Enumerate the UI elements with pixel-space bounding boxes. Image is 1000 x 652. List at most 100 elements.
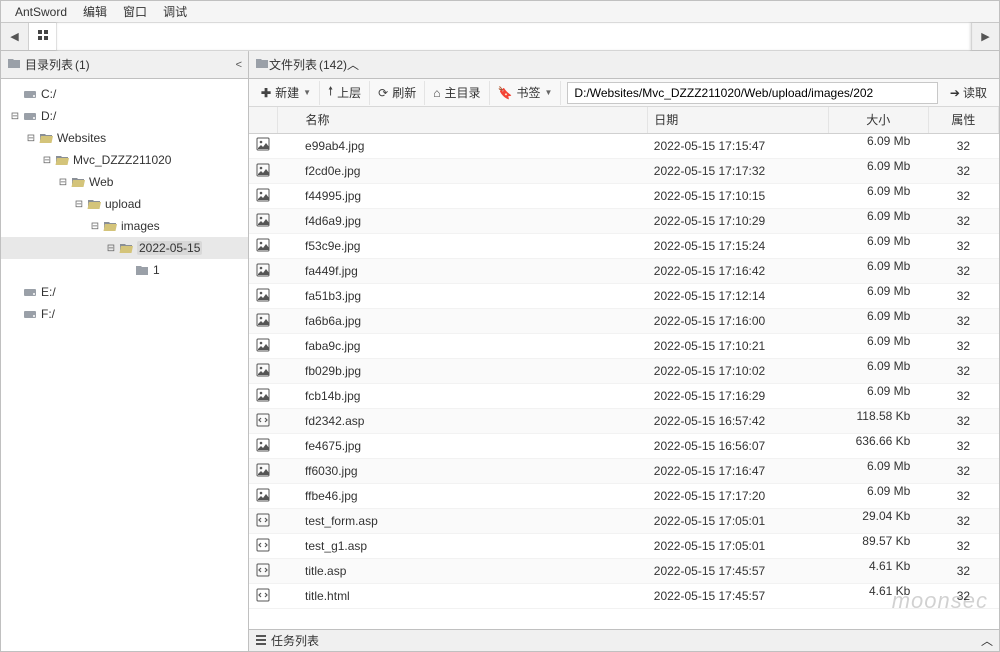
file-date: 2022-05-15 17:15:24 xyxy=(648,234,828,259)
expand-up-icon[interactable]: ︿ xyxy=(981,632,993,649)
menu-window[interactable]: 窗口 xyxy=(115,3,155,20)
file-date: 2022-05-15 17:17:32 xyxy=(648,159,828,184)
file-name: ff6030.jpg xyxy=(277,459,648,484)
new-button[interactable]: ✚ 新建 ▼ xyxy=(253,81,320,105)
file-date: 2022-05-15 16:57:42 xyxy=(648,409,828,434)
table-row[interactable]: test_form.asp2022-05-15 17:05:0129.04 Kb… xyxy=(249,509,999,534)
table-row[interactable]: fcb14b.jpg2022-05-15 17:16:296.09 Mb32 xyxy=(249,384,999,409)
code-file-icon xyxy=(256,513,270,527)
tree-node[interactable]: ⊟2022-05-15 xyxy=(1,237,248,259)
file-attr: 32 xyxy=(928,234,998,259)
table-row[interactable]: fa51b3.jpg2022-05-15 17:12:146.09 Mb32 xyxy=(249,284,999,309)
tree-node[interactable]: ⊟images xyxy=(1,215,248,237)
menu-debug[interactable]: 调试 xyxy=(155,3,195,20)
col-checkbox[interactable] xyxy=(249,107,277,133)
tab-next-button[interactable]: ▶ xyxy=(971,23,999,50)
table-row[interactable]: f53c9e.jpg2022-05-15 17:15:246.09 Mb32 xyxy=(249,234,999,259)
file-attr: 32 xyxy=(928,209,998,234)
tree-node-label: F:/ xyxy=(41,307,55,321)
collapse-icon[interactable]: ⊟ xyxy=(25,133,37,144)
image-file-icon xyxy=(256,238,270,252)
table-row[interactable]: faba9c.jpg2022-05-15 17:10:216.09 Mb32 xyxy=(249,334,999,359)
bookmark-button[interactable]: 🔖 书签 ▼ xyxy=(490,81,562,105)
collapse-icon[interactable]: ⊟ xyxy=(105,243,117,254)
tree-node[interactable]: ·C:/ xyxy=(1,83,248,105)
table-row[interactable]: title.asp2022-05-15 17:45:574.61 Kb32 xyxy=(249,559,999,584)
path-input[interactable] xyxy=(567,82,938,104)
table-row[interactable]: e99ab4.jpg2022-05-15 17:15:476.09 Mb32 xyxy=(249,133,999,159)
table-row[interactable]: fa6b6a.jpg2022-05-15 17:16:006.09 Mb32 xyxy=(249,309,999,334)
table-row[interactable]: test_g1.asp2022-05-15 17:05:0189.57 Kb32 xyxy=(249,534,999,559)
table-row[interactable]: fe4675.jpg2022-05-15 16:56:07636.66 Kb32 xyxy=(249,434,999,459)
col-attr[interactable]: 属性 xyxy=(928,107,998,133)
table-row[interactable]: f4d6a9.jpg2022-05-15 17:10:296.09 Mb32 xyxy=(249,209,999,234)
task-panel-header[interactable]: 任务列表 ︿ xyxy=(249,629,999,651)
tree-node[interactable]: ⊟Mvc_DZZZ211020 xyxy=(1,149,248,171)
table-row[interactable]: f2cd0e.jpg2022-05-15 17:17:326.09 Mb32 xyxy=(249,159,999,184)
directory-tree[interactable]: ·C:/⊟D:/⊟Websites⊟Mvc_DZZZ211020⊟Web⊟upl… xyxy=(1,79,248,651)
file-name: faba9c.jpg xyxy=(277,334,648,359)
menu-app[interactable]: AntSword xyxy=(7,5,75,19)
file-attr: 32 xyxy=(928,284,998,309)
file-name: f2cd0e.jpg xyxy=(277,159,648,184)
code-file-icon xyxy=(256,538,270,552)
table-row[interactable]: f44995.jpg2022-05-15 17:10:156.09 Mb32 xyxy=(249,184,999,209)
tree-node[interactable]: ·E:/ xyxy=(1,281,248,303)
file-size: 4.61 Kb xyxy=(828,559,928,584)
read-button[interactable]: ➔ 读取 xyxy=(942,81,995,105)
home-button[interactable]: ⌂ 主目录 xyxy=(425,81,489,105)
file-size: 6.09 Mb xyxy=(828,184,928,209)
tree-node[interactable]: ·F:/ xyxy=(1,303,248,325)
collapse-icon[interactable]: ⊟ xyxy=(57,177,69,188)
file-attr: 32 xyxy=(928,133,998,159)
row-icon-cell xyxy=(249,434,277,459)
tab-prev-button[interactable]: ◀ xyxy=(1,23,29,50)
refresh-label: 刷新 xyxy=(392,84,416,101)
chevron-down-icon: ▼ xyxy=(544,88,552,97)
file-attr: 32 xyxy=(928,459,998,484)
row-icon-cell xyxy=(249,209,277,234)
bookmark-icon: 🔖 xyxy=(498,86,513,100)
image-file-icon xyxy=(256,438,270,452)
file-date: 2022-05-15 17:12:14 xyxy=(648,284,828,309)
tree-node-label: Web xyxy=(89,175,113,189)
col-size[interactable]: 大小 xyxy=(828,107,928,133)
file-attr: 32 xyxy=(928,509,998,534)
file-attr: 32 xyxy=(928,484,998,509)
col-date[interactable]: 日期 xyxy=(648,107,828,133)
table-row[interactable]: fd2342.asp2022-05-15 16:57:42118.58 Kb32 xyxy=(249,409,999,434)
file-date: 2022-05-15 17:16:00 xyxy=(648,309,828,334)
col-name[interactable]: 名称 xyxy=(277,107,648,133)
table-row[interactable]: title.html2022-05-15 17:45:574.61 Kb32 xyxy=(249,584,999,609)
table-row[interactable]: ffbe46.jpg2022-05-15 17:17:206.09 Mb32 xyxy=(249,484,999,509)
file-attr: 32 xyxy=(928,159,998,184)
bookmark-label: 书签 xyxy=(516,84,540,101)
file-panel-header: 文件列表 (142) ︿ xyxy=(249,51,999,79)
collapse-icon[interactable]: ⊟ xyxy=(89,221,101,232)
collapse-icon[interactable]: ⊟ xyxy=(73,199,85,210)
collapse-icon[interactable]: ⊟ xyxy=(9,111,21,122)
tab-blank[interactable] xyxy=(57,23,971,50)
collapse-left-icon[interactable]: < xyxy=(236,59,242,71)
file-attr: 32 xyxy=(928,334,998,359)
tree-node-label: C:/ xyxy=(41,87,56,101)
file-size: 118.58 Kb xyxy=(828,409,928,434)
up-button[interactable]: 🠕 上层 xyxy=(320,81,370,105)
table-row[interactable]: fb029b.jpg2022-05-15 17:10:026.09 Mb32 xyxy=(249,359,999,384)
tree-node[interactable]: ·1 xyxy=(1,259,248,281)
tree-node[interactable]: ⊟ Web xyxy=(1,171,248,193)
tab-overview[interactable] xyxy=(29,23,57,50)
menu-edit[interactable]: 编辑 xyxy=(75,3,115,20)
image-file-icon xyxy=(256,163,270,177)
table-row[interactable]: ff6030.jpg2022-05-15 17:16:476.09 Mb32 xyxy=(249,459,999,484)
file-date: 2022-05-15 16:56:07 xyxy=(648,434,828,459)
tree-node[interactable]: ⊟Websites xyxy=(1,127,248,149)
new-label: 新建 xyxy=(275,84,299,101)
collapse-up-icon[interactable]: ︿ xyxy=(347,56,359,73)
table-row[interactable]: fa449f.jpg2022-05-15 17:16:426.09 Mb32 xyxy=(249,259,999,284)
collapse-icon[interactable]: ⊟ xyxy=(41,155,53,166)
refresh-button[interactable]: ⟳ 刷新 xyxy=(370,81,425,105)
tree-node[interactable]: ⊟upload xyxy=(1,193,248,215)
tree-node[interactable]: ⊟D:/ xyxy=(1,105,248,127)
image-file-icon xyxy=(256,363,270,377)
